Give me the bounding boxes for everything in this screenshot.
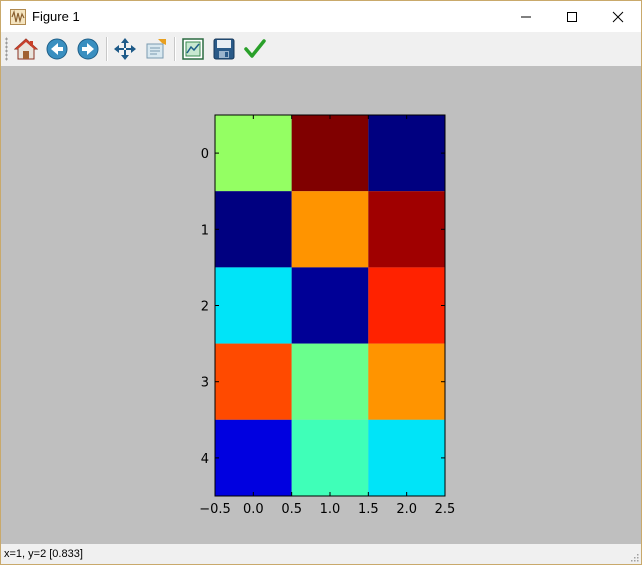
x-tick-label: 1.0	[320, 502, 341, 517]
y-tick-label: 1	[201, 223, 209, 238]
forward-button[interactable]	[75, 36, 101, 62]
toolbar-grip[interactable]	[5, 37, 8, 61]
figure-window: Figure 1 −0.5 0.0 0.5 1.0 1.5 2.0 2.5 0 …	[0, 0, 642, 565]
toolbar-separator	[106, 37, 108, 61]
minimize-icon	[521, 16, 531, 17]
heatmap-cell	[291, 267, 369, 344]
save-button[interactable]	[211, 36, 237, 62]
y-tick-label: 4	[201, 452, 209, 467]
zoom-button[interactable]	[143, 36, 169, 62]
heatmap-cell	[291, 419, 369, 496]
y-tick-label: 2	[201, 300, 209, 315]
y-tick-label: 0	[201, 147, 209, 162]
maximize-button[interactable]	[549, 1, 595, 32]
status-bar: x=1, y=2 [0.833]	[1, 544, 641, 564]
heatmap-cell	[215, 115, 292, 192]
back-arrow-icon	[46, 38, 68, 60]
heatmap-cell	[215, 191, 292, 268]
close-button[interactable]	[595, 1, 641, 32]
heatmap-cell	[291, 115, 369, 192]
x-tick-label: 2.0	[396, 502, 417, 517]
y-tick-label: 3	[201, 376, 209, 391]
home-icon	[14, 38, 38, 60]
home-button[interactable]	[13, 36, 39, 62]
forward-arrow-icon	[77, 38, 99, 60]
close-icon	[612, 11, 624, 22]
cursor-readout: x=1, y=2 [0.833]	[4, 548, 83, 560]
maximize-icon	[567, 11, 577, 22]
edit-parameters-button[interactable]	[242, 36, 268, 62]
toolbar-separator	[174, 37, 176, 61]
heatmap-cell	[368, 343, 445, 420]
app-icon	[10, 9, 26, 25]
heatmap-cell	[368, 191, 445, 268]
pan-icon	[114, 38, 136, 60]
heatmap-cell	[291, 343, 369, 420]
back-button[interactable]	[44, 36, 70, 62]
heatmap-cell	[368, 267, 445, 344]
window-title: Figure 1	[32, 9, 80, 24]
heatmap-chart[interactable]: −0.5 0.0 0.5 1.0 1.5 2.0 2.5 0 1 2 3 4	[1, 66, 641, 544]
x-tick-label: 2.5	[435, 502, 456, 517]
x-tick-label: −0.5	[199, 502, 231, 517]
checkmark-icon	[244, 39, 266, 58]
x-tick-label: 0.5	[281, 502, 302, 517]
heatmap-cell	[215, 419, 292, 496]
x-tick-label: 0.0	[243, 502, 264, 517]
heatmap-cell	[368, 419, 445, 496]
heatmap-cell	[368, 115, 445, 192]
resize-grip-icon[interactable]	[629, 552, 639, 562]
heatmap-cell	[291, 191, 369, 268]
save-icon	[213, 38, 235, 60]
minimize-button[interactable]	[503, 1, 549, 32]
pan-button[interactable]	[112, 36, 138, 62]
title-bar[interactable]: Figure 1	[1, 1, 641, 32]
subplots-icon	[182, 38, 204, 60]
subplots-button[interactable]	[180, 36, 206, 62]
zoom-rect-icon	[146, 39, 166, 59]
figure-canvas[interactable]: −0.5 0.0 0.5 1.0 1.5 2.0 2.5 0 1 2 3 4	[1, 66, 641, 544]
heatmap-cell	[215, 343, 292, 420]
navigation-toolbar	[1, 32, 641, 66]
x-tick-label: 1.5	[358, 502, 379, 517]
heatmap-cell	[215, 267, 292, 344]
